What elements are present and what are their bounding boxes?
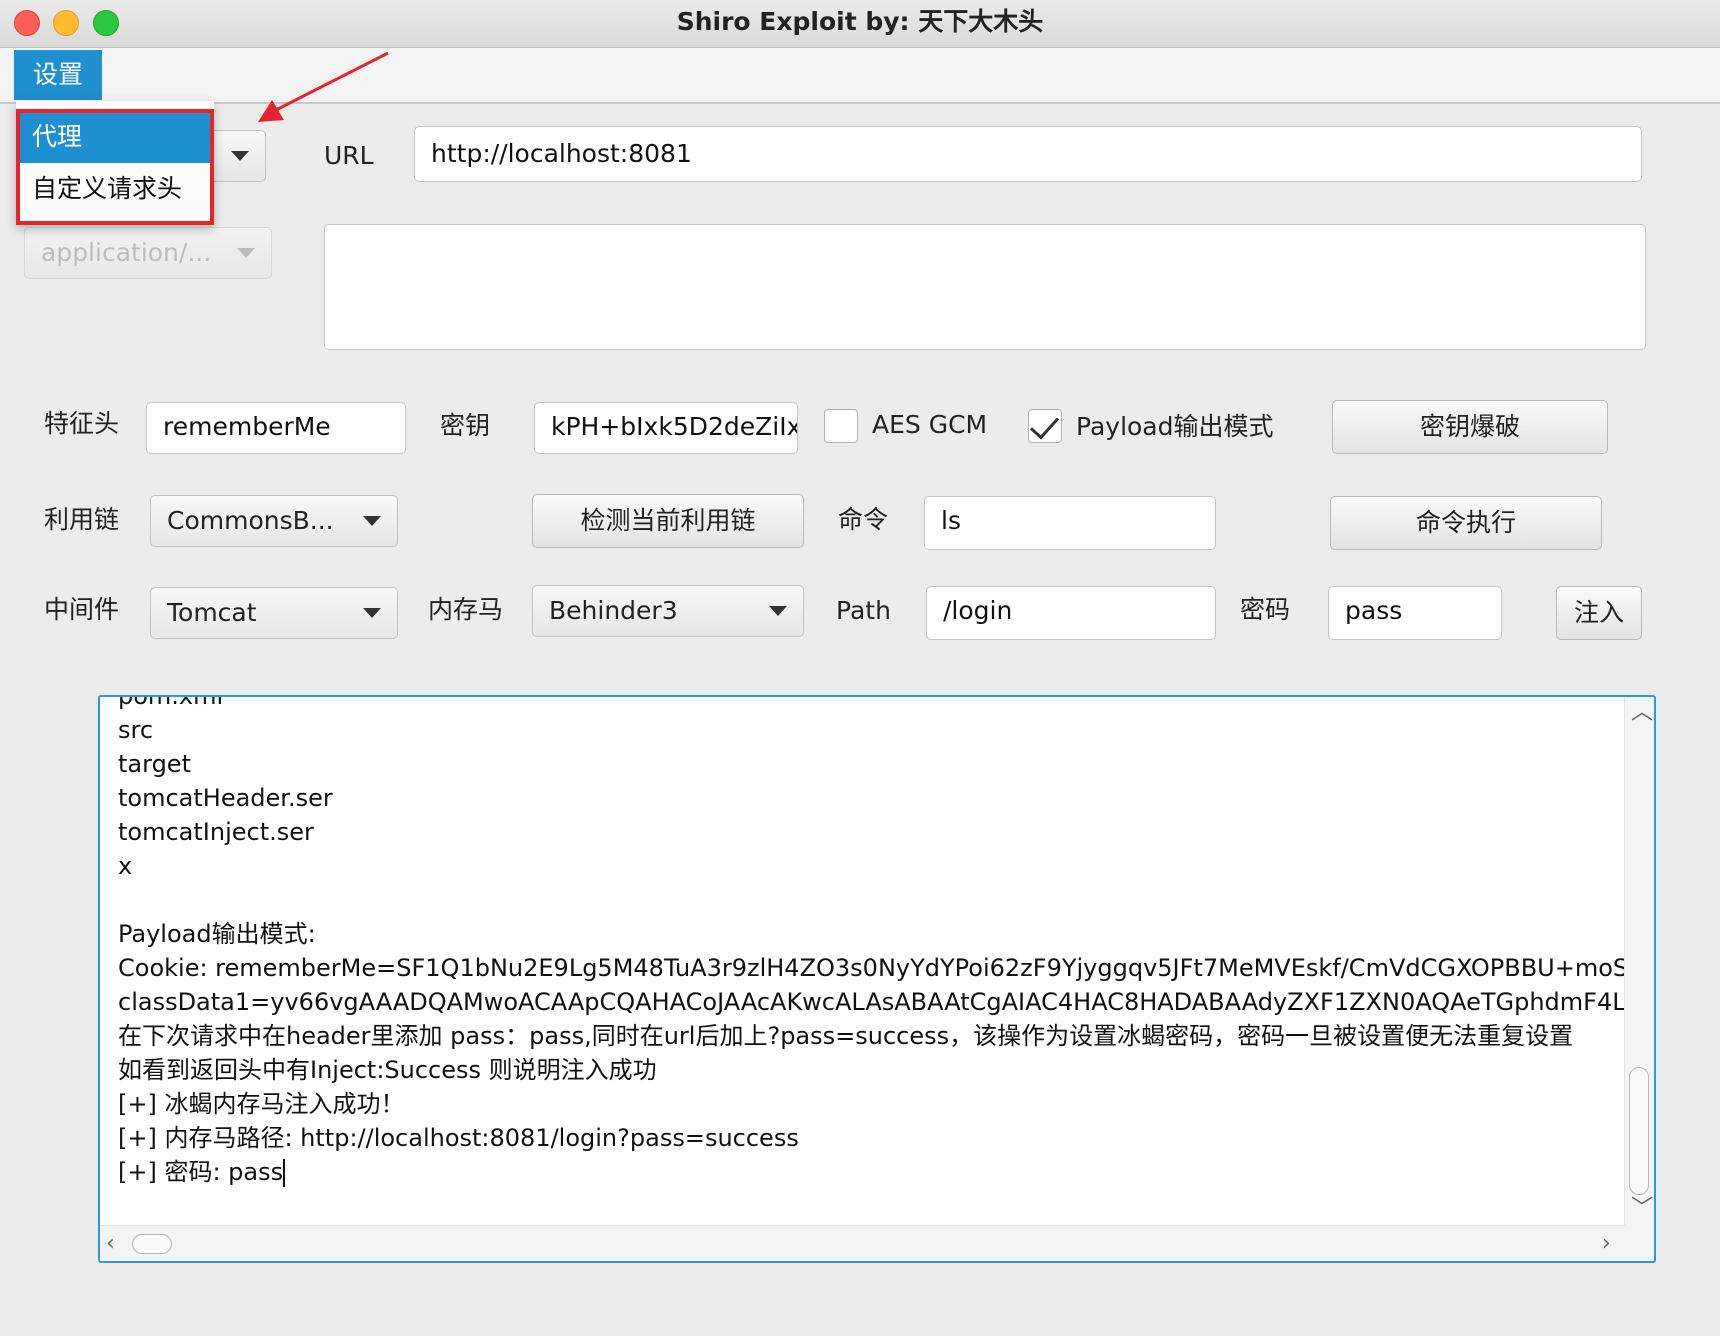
path-label: Path bbox=[836, 596, 891, 625]
output-text: pom.xml src target tomcatHeader.ser tomcatIn… bbox=[118, 695, 1656, 1189]
scroll-right-icon[interactable]: › bbox=[1602, 1232, 1611, 1256]
output-line: x bbox=[118, 852, 133, 880]
output-line: tomcatHeader.ser bbox=[118, 784, 333, 812]
output-line: [+] 冰蝎内存马注入成功！ bbox=[118, 1090, 405, 1118]
output-line: classData1=yv66vgAAADQAMwoACAApCQAHACoJA… bbox=[118, 988, 1656, 1016]
detect-chain-button[interactable]: 检测当前利用链 bbox=[532, 494, 804, 548]
highlight-box bbox=[16, 109, 214, 225]
url-label: URL bbox=[324, 141, 374, 170]
key-brute-force-button[interactable]: 密钥爆破 bbox=[1332, 400, 1608, 454]
memshell-select[interactable]: Behinder3 bbox=[532, 585, 804, 637]
gadget-chain-select[interactable]: CommonsB... bbox=[150, 495, 398, 547]
feature-header-label: 特征头 bbox=[44, 409, 120, 438]
window-title: Shiro Exploit by: 天下大木头 bbox=[676, 7, 1044, 36]
vertical-scroll-thumb[interactable] bbox=[1629, 1067, 1649, 1195]
output-line: [+] 内存马路径: http://localhost:8081/login?p… bbox=[118, 1124, 799, 1152]
payload-mode-checkbox[interactable] bbox=[1028, 409, 1062, 443]
request-body-textarea[interactable] bbox=[324, 224, 1646, 350]
scroll-left-icon[interactable]: ‹ bbox=[106, 1232, 115, 1256]
memshell-value: Behinder3 bbox=[549, 596, 678, 625]
output-textarea[interactable]: pom.xml src target tomcatHeader.ser tomcatIn… bbox=[98, 695, 1656, 1263]
execute-command-button[interactable]: 命令执行 bbox=[1330, 496, 1602, 550]
payload-mode-label: Payload输出模式 bbox=[1076, 412, 1274, 441]
output-line: 在下次请求中在header里添加 pass：pass,同时在url后加上?pas… bbox=[118, 1022, 1574, 1050]
url-input[interactable]: http://localhost:8081 bbox=[414, 126, 1642, 182]
middleware-value: Tomcat bbox=[167, 598, 257, 627]
middleware-select[interactable]: Tomcat bbox=[150, 587, 398, 639]
output-line: tomcatInject.ser bbox=[118, 818, 314, 846]
output-line: src bbox=[118, 716, 154, 744]
menu-settings[interactable]: 设置 bbox=[14, 50, 102, 100]
feature-header-input[interactable]: rememberMe bbox=[146, 402, 406, 454]
chevron-down-icon bbox=[231, 151, 249, 161]
inject-button[interactable]: 注入 bbox=[1556, 586, 1642, 640]
key-label: 密钥 bbox=[440, 411, 491, 440]
content-type-value: application/... bbox=[41, 238, 212, 267]
annotation-arrow-icon bbox=[258, 51, 389, 122]
output-line: Payload输出模式: bbox=[118, 920, 316, 948]
horizontal-scrollbar[interactable]: ‹ › bbox=[100, 1225, 1628, 1261]
output-line: 如看到返回头中有Inject:Success 则说明注入成功 bbox=[118, 1056, 657, 1084]
path-input[interactable]: /login bbox=[926, 586, 1216, 640]
scroll-up-icon[interactable]: ︿ bbox=[1631, 701, 1653, 725]
command-label: 命令 bbox=[838, 505, 889, 534]
chevron-down-icon bbox=[237, 248, 255, 258]
vertical-scrollbar[interactable]: ︿ ﹀ bbox=[1624, 697, 1654, 1225]
text-cursor bbox=[283, 1159, 286, 1187]
output-line: [+] 密码: pass bbox=[118, 1158, 284, 1186]
output-line: pom.xml bbox=[118, 695, 224, 710]
horizontal-scroll-thumb[interactable] bbox=[132, 1234, 172, 1254]
content-type-select[interactable]: application/... bbox=[24, 227, 272, 279]
scrollbar-corner bbox=[1624, 1225, 1654, 1261]
memshell-label: 内存马 bbox=[428, 595, 504, 624]
chevron-down-icon bbox=[363, 608, 381, 618]
output-line: target bbox=[118, 750, 191, 778]
password-input[interactable]: pass bbox=[1328, 586, 1502, 640]
gadget-chain-value: CommonsB... bbox=[167, 506, 334, 535]
aes-gcm-label: AES GCM bbox=[872, 410, 988, 439]
gadget-chain-label: 利用链 bbox=[44, 505, 120, 534]
checkmark-icon bbox=[1029, 409, 1060, 440]
chevron-down-icon bbox=[363, 516, 381, 526]
middleware-label: 中间件 bbox=[44, 595, 120, 624]
command-input[interactable]: ls bbox=[924, 496, 1216, 550]
aes-gcm-checkbox[interactable] bbox=[824, 409, 858, 443]
password-label: 密码 bbox=[1240, 595, 1291, 624]
key-input[interactable]: kPH+bIxk5D2deZiIxc bbox=[534, 402, 798, 454]
chevron-down-icon bbox=[769, 606, 787, 616]
scroll-down-icon[interactable]: ﹀ bbox=[1631, 1197, 1653, 1221]
output-line: Cookie: rememberMe=SF1Q1bNu2E9Lg5M48TuA3… bbox=[118, 954, 1656, 982]
